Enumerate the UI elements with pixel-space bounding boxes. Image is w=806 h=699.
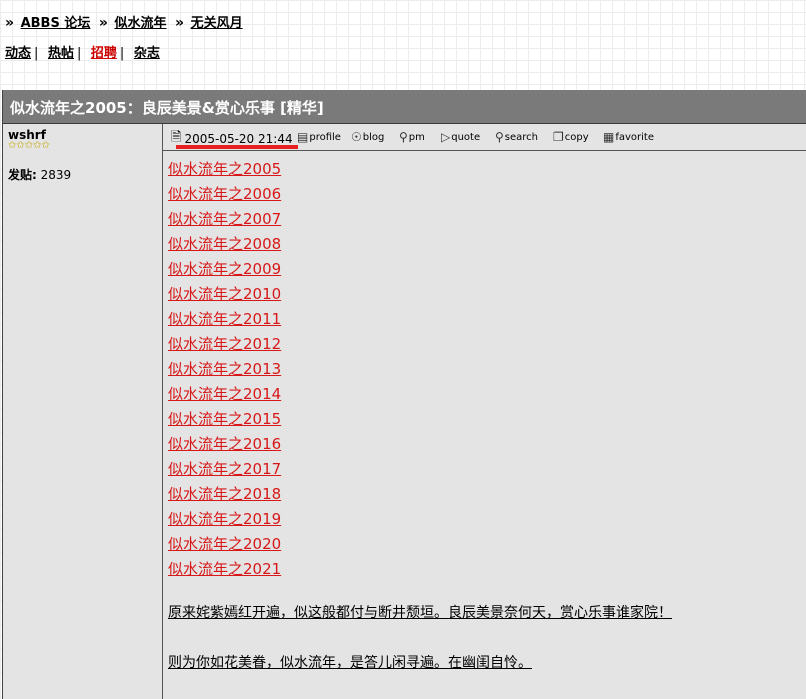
blog-button[interactable]: ☉ blog — [351, 130, 384, 144]
author-column: wshrf ✩✩✩✩✩ 发贴: 2839 — [3, 124, 163, 699]
post-count-value: 2839 — [40, 168, 72, 182]
nav-dongtai[interactable]: 动态 — [5, 46, 31, 61]
nav-zazhi[interactable]: 杂志 — [134, 46, 160, 61]
top-nav: 动态 | 热帖 | 招聘 | 杂志 — [5, 42, 160, 61]
thread-title: 似水流年之2005：良辰美景&赏心乐事 [精华] — [10, 99, 324, 117]
post-links: 似水流年之2005 似水流年之2006 似水流年之2007 似水流年之2008 … — [168, 160, 281, 585]
profile-button[interactable]: ▤ profile — [297, 130, 341, 144]
pm-icon: ⚲ — [399, 130, 408, 144]
nav-retie[interactable]: 热帖 — [48, 46, 74, 61]
link-2010[interactable]: 似水流年之2010 — [168, 285, 281, 310]
post-toolbar: 🗎 2005-05-20 21:44 ▤ profile ☉ blog ⚲ pm… — [163, 124, 806, 151]
post-date-text: 2005-05-20 21:44 — [184, 132, 293, 146]
post-count-label: 发贴: — [8, 168, 37, 182]
link-2019[interactable]: 似水流年之2019 — [168, 510, 281, 535]
pm-label: pm — [408, 131, 425, 143]
thread-header: 似水流年之2005：良辰美景&赏心乐事 [精华] — [3, 90, 806, 124]
nav-divider: | — [34, 46, 39, 61]
breadcrumb-sishui-liunian[interactable]: 似水流年 — [114, 16, 166, 31]
link-2018[interactable]: 似水流年之2018 — [168, 485, 281, 510]
quote-button[interactable]: ▷ quote — [441, 130, 480, 144]
post-paragraph-1: 原来姹紫嫣红开遍，似这般都付与断井颓垣。良辰美景奈何天，赏心乐事谁家院！ — [168, 605, 672, 621]
breadcrumb-wuguan-fengyue[interactable]: 无关风月 — [191, 16, 243, 31]
blog-label: blog — [362, 131, 385, 143]
link-2020[interactable]: 似水流年之2020 — [168, 535, 281, 560]
thread-panel: 似水流年之2005：良辰美景&赏心乐事 [精华] wshrf ✩✩✩✩✩ 发贴:… — [2, 90, 806, 699]
favorite-button[interactable]: ▦ favorite — [603, 130, 654, 144]
link-2021[interactable]: 似水流年之2021 — [168, 560, 281, 585]
favorite-label: favorite — [615, 131, 654, 143]
post-column: 🗎 2005-05-20 21:44 ▤ profile ☉ blog ⚲ pm… — [163, 124, 806, 699]
link-2005[interactable]: 似水流年之2005 — [168, 160, 281, 185]
link-2016[interactable]: 似水流年之2016 — [168, 435, 281, 460]
copy-button[interactable]: ❐ copy — [553, 130, 589, 144]
quote-label: quote — [451, 131, 481, 143]
copy-label: copy — [564, 131, 589, 143]
link-2013[interactable]: 似水流年之2013 — [168, 360, 281, 385]
nav-zhaopin[interactable]: 招聘 — [91, 46, 117, 61]
copy-icon: ❐ — [553, 130, 564, 144]
nav-divider: | — [76, 46, 82, 61]
rank-stars-icon: ✩✩✩✩✩ — [8, 140, 50, 151]
breadcrumb-abbs-forum[interactable]: ABBS 论坛 — [21, 16, 91, 31]
breadcrumb-separator: » — [98, 15, 108, 31]
red-highlight-mark — [176, 145, 298, 149]
post-paragraph-2: 则为你如花美眷，似水流年，是答儿闲寻遍。在幽闺自怜。 — [168, 655, 532, 671]
link-2007[interactable]: 似水流年之2007 — [168, 210, 281, 235]
breadcrumb-separator: » — [5, 15, 15, 31]
link-2015[interactable]: 似水流年之2015 — [168, 410, 281, 435]
search-button[interactable]: ⚲ search — [495, 130, 538, 144]
link-2017[interactable]: 似水流年之2017 — [168, 460, 281, 485]
search-icon: ⚲ — [495, 130, 504, 144]
blog-icon: ☉ — [351, 130, 362, 144]
link-2012[interactable]: 似水流年之2012 — [168, 335, 281, 360]
link-2011[interactable]: 似水流年之2011 — [168, 310, 281, 335]
pm-button[interactable]: ⚲ pm — [399, 130, 425, 144]
profile-label: profile — [309, 131, 341, 143]
post-count: 发贴: 2839 — [8, 166, 71, 183]
link-2014[interactable]: 似水流年之2014 — [168, 385, 281, 410]
search-label: search — [504, 131, 539, 143]
nav-divider: | — [119, 46, 125, 61]
profile-icon: ▤ — [297, 130, 309, 144]
link-2009[interactable]: 似水流年之2009 — [168, 260, 281, 285]
breadcrumb: » ABBS 论坛 » 似水流年 » 无关风月 — [5, 12, 247, 31]
link-2006[interactable]: 似水流年之2006 — [168, 185, 281, 210]
favorite-icon: ▦ — [603, 130, 615, 144]
breadcrumb-separator: » — [175, 15, 185, 31]
quote-icon: ▷ — [441, 130, 451, 144]
link-2008[interactable]: 似水流年之2008 — [168, 235, 281, 260]
